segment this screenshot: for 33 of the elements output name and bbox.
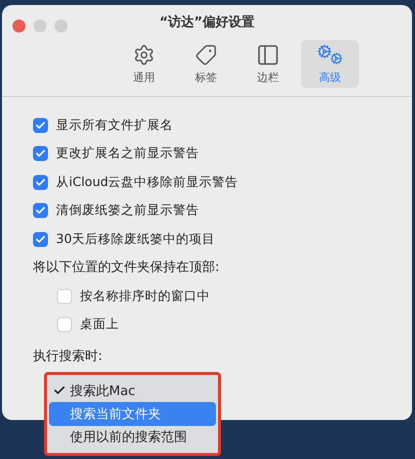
checkmark-icon [35, 176, 46, 188]
section-label: 执行搜索时: [33, 348, 102, 365]
sidebar-icon [256, 43, 280, 67]
checkbox-label: 桌面上 [80, 316, 119, 334]
window-controls[interactable] [12, 19, 68, 33]
checkbox-label: 从iCloud云盘中移除前显示警告 [56, 174, 238, 191]
checkmark-icon [35, 120, 46, 131]
checkbox[interactable] [33, 174, 48, 190]
checkbox[interactable] [57, 317, 72, 332]
checkbox-label: 显示所有文件扩展名 [56, 116, 173, 134]
window-title: “访达”偏好设置 [159, 14, 255, 31]
checkbox-label: 按名称排序时的窗口中 [80, 288, 210, 305]
menu-item[interactable]: 搜索此Mac [49, 379, 216, 402]
checkmark-icon [35, 205, 46, 216]
toolbar-tab[interactable]: 边栏 [239, 40, 297, 88]
checkbox[interactable] [33, 146, 48, 162]
checkbox[interactable] [33, 203, 48, 218]
checkbox[interactable] [57, 288, 72, 304]
checkbox-label: 30天后移除废纸篓中的项目 [56, 230, 215, 248]
menu-item[interactable]: 搜索当前文件夹 [49, 402, 216, 426]
section-label: 将以下位置的文件夹保持在顶部: [33, 258, 220, 276]
gear-icon [133, 44, 155, 66]
checkmark-icon [35, 234, 46, 245]
checkbox[interactable] [33, 232, 48, 247]
gears-icon [317, 44, 343, 66]
tag-icon [195, 44, 217, 66]
checkbox[interactable] [33, 118, 48, 133]
menu-item[interactable]: 使用以前的搜索范围 [49, 426, 216, 449]
toolbar-tab[interactable]: 标签 [177, 40, 235, 88]
checkmark-icon [35, 148, 46, 160]
checkbox-label: 更改扩展名之前显示警告 [56, 145, 199, 162]
checkbox-label: 清倒废纸篓之前显示警告 [56, 202, 199, 220]
toolbar-tab[interactable]: 通用 [115, 40, 173, 88]
